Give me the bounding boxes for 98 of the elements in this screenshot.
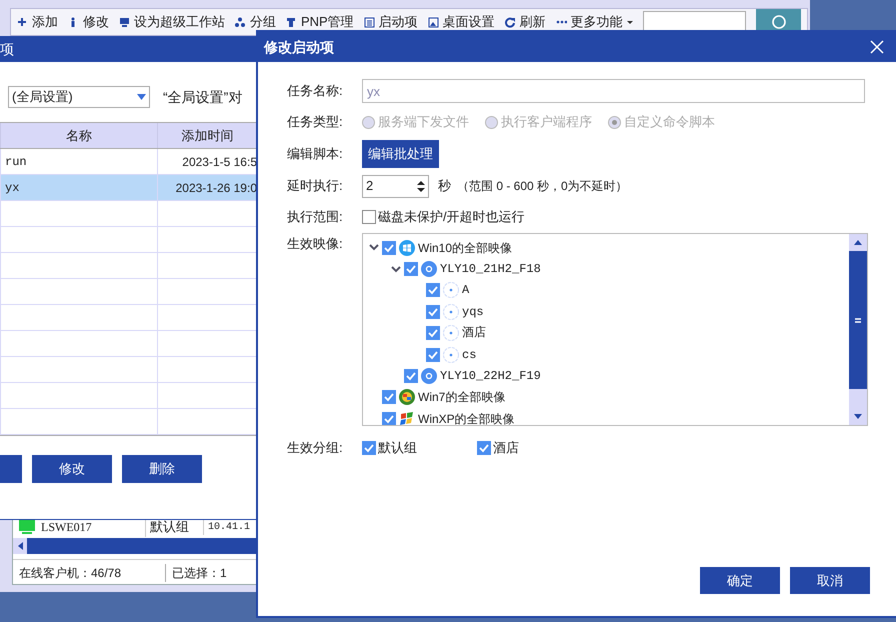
tree-checkbox[interactable]: [426, 283, 440, 298]
check-icon: [478, 442, 490, 454]
list-icon: [364, 16, 375, 28]
image-icon: [428, 16, 439, 28]
table-row[interactable]: yx 2023-1-26 19:0: [0, 175, 257, 201]
field-label: 生效映像:: [287, 235, 344, 253]
group-checkbox[interactable]: 酒店: [477, 438, 592, 458]
check-icon: [427, 327, 439, 340]
toolbar-button[interactable]: 更多功能: [556, 12, 633, 32]
field-label: 延时执行:: [287, 177, 344, 196]
delay-spinner[interactable]: 2: [362, 174, 429, 198]
group-checkbox[interactable]: 默认组: [362, 438, 477, 458]
status-text: 在线客户机：46/78: [18, 564, 122, 582]
field-label: 执行范围:: [287, 208, 344, 226]
action-button[interactable]: 删除: [122, 455, 202, 483]
scope-checkbox[interactable]: 磁盘未保护/开超时也运行: [362, 207, 525, 227]
edit-script-button[interactable]: 编辑批处理: [362, 140, 439, 168]
action-button[interactable]: 修改: [32, 455, 112, 483]
table-cell-text: yx: [5, 180, 20, 196]
scope-note: “全局设置”对: [163, 88, 242, 106]
table-cell-text: 2023-1-5 16:5: [182, 154, 257, 170]
field-label: 任务类型:: [287, 113, 344, 132]
orb-icon: [399, 389, 415, 406]
dots-icon: [235, 16, 246, 28]
tree-checkbox[interactable]: [426, 326, 440, 340]
tree-item-label[interactable]: yqs: [462, 302, 484, 321]
flag-icon: [399, 410, 415, 425]
tree-item-label[interactable]: Win7的全部映像: [418, 388, 506, 406]
toolbar-button[interactable]: 刷新: [504, 12, 546, 32]
toolbar-button[interactable]: 启动项: [364, 12, 418, 32]
field-label: 任务名称:: [287, 82, 344, 100]
tree-checkbox[interactable]: [426, 348, 440, 362]
tree-item-label[interactable]: WinXP的全部映像: [418, 410, 515, 425]
tree-item-label[interactable]: Win10的全部映像: [418, 238, 512, 257]
check-icon: [405, 370, 417, 382]
tree-checkbox[interactable]: [404, 369, 418, 384]
toolbar-button[interactable]: 设为超级工作站: [119, 12, 225, 32]
check-icon: [363, 442, 375, 454]
scroll-up-icon: [854, 240, 862, 245]
tree-item-label[interactable]: cs: [462, 346, 476, 364]
scrollbar-thumb[interactable]: [849, 251, 867, 389]
table-cell-text: run: [5, 154, 27, 170]
expand-chevron-icon: [369, 244, 379, 252]
left-arrow-icon[interactable]: [18, 542, 22, 550]
tree-item-label[interactable]: A: [462, 281, 470, 300]
disc-outline-icon: [443, 325, 459, 342]
unit-text: 秒: [438, 177, 451, 196]
check-icon: [383, 242, 395, 254]
grip-icon: [855, 318, 861, 322]
dialog-button[interactable]: 确定: [700, 567, 780, 594]
computer-icon: [19, 520, 35, 534]
spinner-arrows-icon: [417, 180, 425, 192]
disc-icon: [421, 261, 437, 278]
expand-chevron-icon: [391, 266, 401, 273]
disc-outline-icon: [443, 282, 459, 298]
window-title: 项: [0, 40, 14, 58]
toolbar-button[interactable]: PNP管理: [286, 12, 354, 32]
dialog-button[interactable]: 取消: [790, 567, 870, 594]
monitor-icon: [119, 16, 130, 28]
check-icon: [427, 348, 439, 361]
check-icon: [427, 284, 439, 296]
close-icon[interactable]: [870, 40, 884, 54]
field-label: 生效分组:: [287, 439, 344, 458]
column-header[interactable]: 名称: [0, 123, 158, 148]
caret-icon: [626, 20, 633, 24]
plus-icon: [17, 16, 28, 28]
tree-item-label[interactable]: YLY10_21H2_F18: [440, 260, 541, 278]
toolbar-button[interactable]: 添加: [17, 12, 58, 32]
tree-checkbox[interactable]: [426, 304, 440, 319]
tree-checkbox[interactable]: [382, 390, 396, 404]
toolbar-button[interactable]: 分组: [235, 12, 276, 32]
dialog-title: 修改启动项: [264, 38, 334, 56]
disc-outline-icon: [443, 346, 459, 363]
tree-item-label[interactable]: 酒店: [462, 324, 486, 342]
toolbar-button[interactable]: 修改: [68, 12, 109, 32]
field-label: 编辑脚本:: [287, 145, 344, 164]
disc-icon: [421, 368, 437, 384]
windows-icon: [399, 240, 415, 256]
check-icon: [427, 306, 439, 318]
scope-dropdown[interactable]: (全局设置): [8, 86, 150, 108]
tree-checkbox[interactable]: [382, 240, 396, 255]
check-icon: [383, 412, 395, 425]
check-icon: [383, 391, 395, 404]
tree-checkbox[interactable]: [404, 262, 418, 276]
toolbar-button[interactable]: 桌面设置: [428, 12, 495, 32]
table-cell-text: 2023-1-26 19:0: [176, 180, 257, 196]
refresh-icon: [504, 16, 516, 28]
client-name: LSWE017: [41, 519, 92, 536]
tree-checkbox[interactable]: [382, 412, 396, 425]
status-text: 已选择：1: [165, 564, 233, 582]
vertical-scrollbar[interactable]: [849, 234, 867, 425]
dropdown-caret-icon: [137, 94, 146, 100]
check-icon: [405, 263, 417, 276]
dropdown-value: (全局设置): [12, 88, 73, 106]
hint-text: （范围 0 - 600 秒，0为不延时）: [457, 178, 628, 195]
disc-outline-icon: [443, 304, 459, 320]
scroll-down-icon: [854, 414, 862, 419]
tree-item-label[interactable]: YLY10_22H2_F19: [440, 367, 541, 386]
